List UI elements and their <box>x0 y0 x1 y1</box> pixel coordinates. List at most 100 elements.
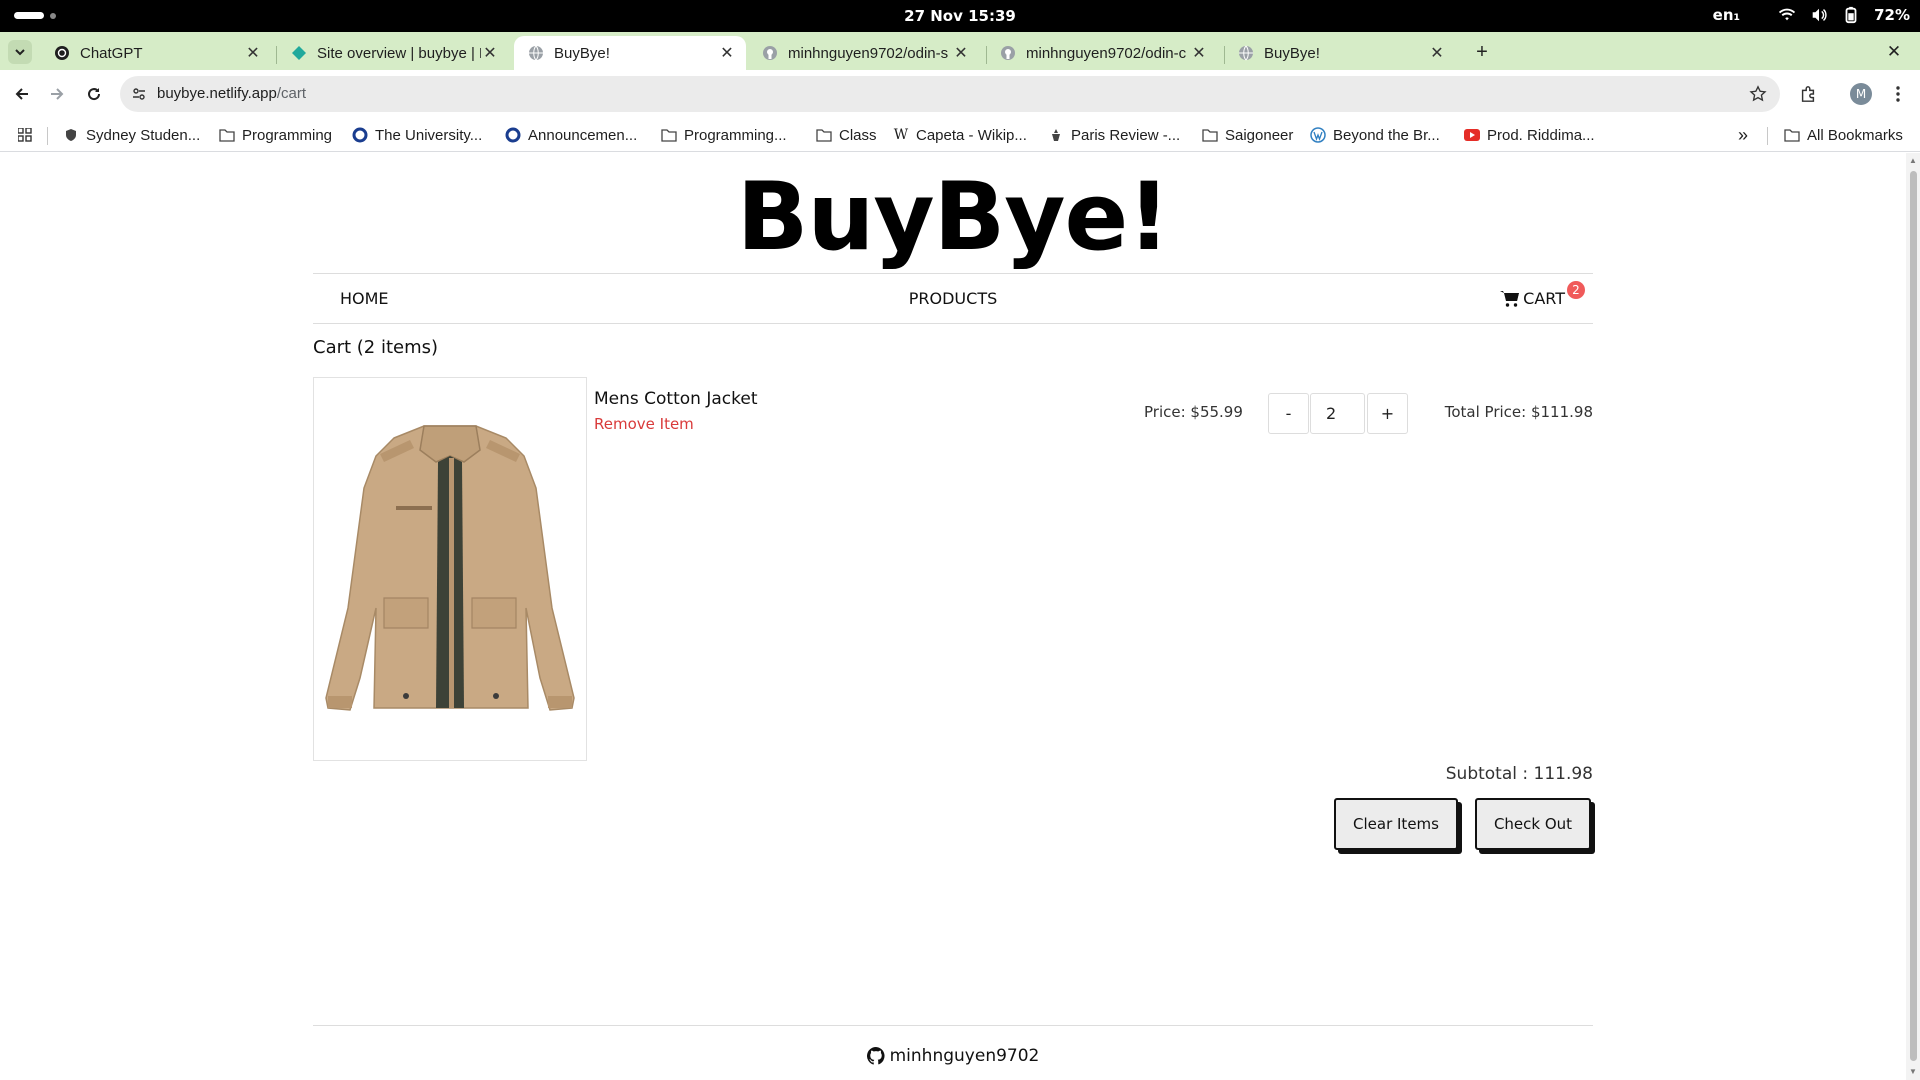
bookmark-programming[interactable]: Programming <box>219 123 332 147</box>
bookmark-label: Announcemen... <box>528 126 638 144</box>
kebab-menu-icon <box>1896 86 1900 102</box>
page-viewport: BuyBye! HOME PRODUCTS CART 2 Cart (2 ite… <box>0 153 1906 1080</box>
site-navbar: HOME PRODUCTS CART 2 <box>313 273 1593 324</box>
paris-review-icon <box>1048 127 1064 143</box>
window-close-button[interactable]: ✕ <box>1882 40 1906 64</box>
url-path: /cart <box>276 85 306 102</box>
close-icon[interactable]: ✕ <box>481 44 499 62</box>
nav-home-link[interactable]: HOME <box>340 289 389 308</box>
tab-github-odin-c[interactable]: minhnguyen9702/odin-c ✕ <box>986 36 1218 70</box>
quantity-decrement-button[interactable]: - <box>1268 393 1309 434</box>
close-icon[interactable]: ✕ <box>1190 44 1208 62</box>
close-icon[interactable]: ✕ <box>1428 44 1446 62</box>
quantity-increment-button[interactable]: + <box>1367 393 1408 434</box>
clear-items-button[interactable]: Clear Items <box>1334 798 1458 850</box>
folder-icon <box>219 127 235 143</box>
extensions-button[interactable] <box>1796 82 1820 106</box>
system-tray[interactable]: en₁ 72% <box>1713 6 1910 24</box>
double-chevron-icon: » <box>1738 124 1749 145</box>
browser-menu-button[interactable] <box>1886 82 1910 106</box>
quantity-input[interactable] <box>1310 393 1365 434</box>
wifi-icon <box>1778 8 1796 21</box>
bookmark-sydney-student[interactable]: Sydney Studen... <box>63 123 200 147</box>
tab-chatgpt[interactable]: ChatGPT ✕ <box>40 36 272 70</box>
os-clock[interactable]: 27 Nov 15:39 <box>0 7 1920 25</box>
profile-button[interactable]: M <box>1849 82 1873 106</box>
reload-button[interactable] <box>82 82 106 106</box>
bookmark-prod-riddima[interactable]: Prod. Riddima... <box>1464 123 1595 147</box>
circle-icon <box>505 127 521 143</box>
tab-site-overview[interactable]: Site overview | buybye | N ✕ <box>277 36 509 70</box>
close-icon[interactable]: ✕ <box>718 44 736 62</box>
battery-icon <box>1845 6 1857 24</box>
bookmark-paris-review[interactable]: Paris Review -... <box>1048 123 1180 147</box>
nav-cart-link[interactable]: CART 2 <box>1500 281 1585 308</box>
tab-title: BuyBye! <box>554 44 610 62</box>
scroll-up-arrow-icon[interactable]: ▲ <box>1908 156 1918 166</box>
reload-icon <box>88 88 101 101</box>
bookmark-beyond-the-br[interactable]: Beyond the Br... <box>1310 123 1440 147</box>
bookmarks-overflow-button[interactable]: » <box>1738 123 1748 147</box>
apps-grid-icon <box>18 128 32 142</box>
scroll-down-arrow-icon[interactable]: ▼ <box>1908 1067 1918 1077</box>
bookmark-class[interactable]: Class <box>816 123 877 147</box>
folder-icon <box>816 127 832 143</box>
bookmark-university[interactable]: The University... <box>352 123 482 147</box>
product-image <box>313 377 587 761</box>
bookmark-label: Programming <box>242 126 333 144</box>
bookmark-label: Prod. Riddima... <box>1487 126 1595 144</box>
tab-title: ChatGPT <box>80 44 143 62</box>
back-button[interactable] <box>10 82 34 106</box>
site-info-icon[interactable] <box>130 85 148 103</box>
cart-subtotal: Subtotal : 111.98 <box>1445 764 1593 784</box>
item-total-price: Total Price: $111.98 <box>1444 403 1593 421</box>
folder-icon <box>1202 127 1218 143</box>
checkout-button[interactable]: Check Out <box>1475 798 1591 850</box>
bookmark-label: Beyond the Br... <box>1333 126 1440 144</box>
close-icon[interactable]: ✕ <box>244 44 262 62</box>
bookmark-label: Paris Review -... <box>1071 126 1181 144</box>
site-footer[interactable]: minhnguyen9702 <box>0 1046 1906 1066</box>
tab-strip: ChatGPT ✕ Site overview | buybye | N ✕ B… <box>0 32 1920 70</box>
bookmark-saigoneer[interactable]: Saigoneer <box>1202 123 1293 147</box>
browser-toolbar: buybye.netlify.app/cart M <box>0 70 1920 118</box>
bookmark-label: Saigoneer <box>1225 126 1294 144</box>
bookmark-divider <box>1767 127 1768 145</box>
bookmark-label: Programming... <box>684 126 787 144</box>
close-icon[interactable]: ✕ <box>952 44 970 62</box>
bookmark-label: The University... <box>375 126 483 144</box>
apps-button[interactable] <box>18 123 32 147</box>
puzzle-icon <box>1801 86 1815 102</box>
nav-products-link[interactable]: PRODUCTS <box>909 289 998 308</box>
netlify-icon <box>291 45 307 61</box>
scrollbar-thumb[interactable] <box>1910 171 1917 1061</box>
new-tab-button[interactable]: + <box>1470 40 1494 64</box>
wordpress-icon <box>1310 127 1326 143</box>
bookmark-announcements[interactable]: Announcemen... <box>505 123 637 147</box>
bookmark-star-icon[interactable] <box>1748 84 1768 104</box>
globe-icon <box>1238 45 1254 61</box>
cart-heading: Cart (2 items) <box>313 337 439 358</box>
tab-github-odin-s[interactable]: minhnguyen9702/odin-s ✕ <box>748 36 980 70</box>
tab-buybye-2[interactable]: BuyBye! ✕ <box>1224 36 1456 70</box>
tab-buybye-active[interactable]: BuyBye! ✕ <box>514 36 746 70</box>
footer-username[interactable]: minhnguyen9702 <box>890 1046 1040 1066</box>
tab-search-button[interactable] <box>8 40 32 64</box>
url-text[interactable]: buybye.netlify.app/cart <box>157 85 306 102</box>
remove-item-link[interactable]: Remove Item <box>594 415 694 433</box>
item-price: Price: $55.99 <box>1144 403 1243 421</box>
bookmark-programming-2[interactable]: Programming... <box>661 123 787 147</box>
item-name[interactable]: Mens Cotton Jacket <box>594 389 757 409</box>
forward-button[interactable] <box>45 82 69 106</box>
chatgpt-icon <box>54 45 70 61</box>
bookmark-capeta-wikipedia[interactable]: W Capeta - Wikip... <box>893 123 1027 147</box>
page-scrollbar[interactable]: ▲ ▼ <box>1906 153 1920 1080</box>
address-bar[interactable]: buybye.netlify.app/cart <box>120 76 1780 112</box>
bookmarks-bar: Sydney Studen... Programming The Univers… <box>0 118 1920 152</box>
volume-icon <box>1812 8 1827 22</box>
language-indicator[interactable]: en₁ <box>1713 6 1740 24</box>
os-top-bar: 27 Nov 15:39 en₁ 72% <box>0 0 1920 32</box>
all-bookmarks-button[interactable]: All Bookmarks <box>1784 123 1903 147</box>
tab-title: minhnguyen9702/odin-c <box>1026 44 1187 62</box>
wikipedia-icon: W <box>893 127 909 143</box>
